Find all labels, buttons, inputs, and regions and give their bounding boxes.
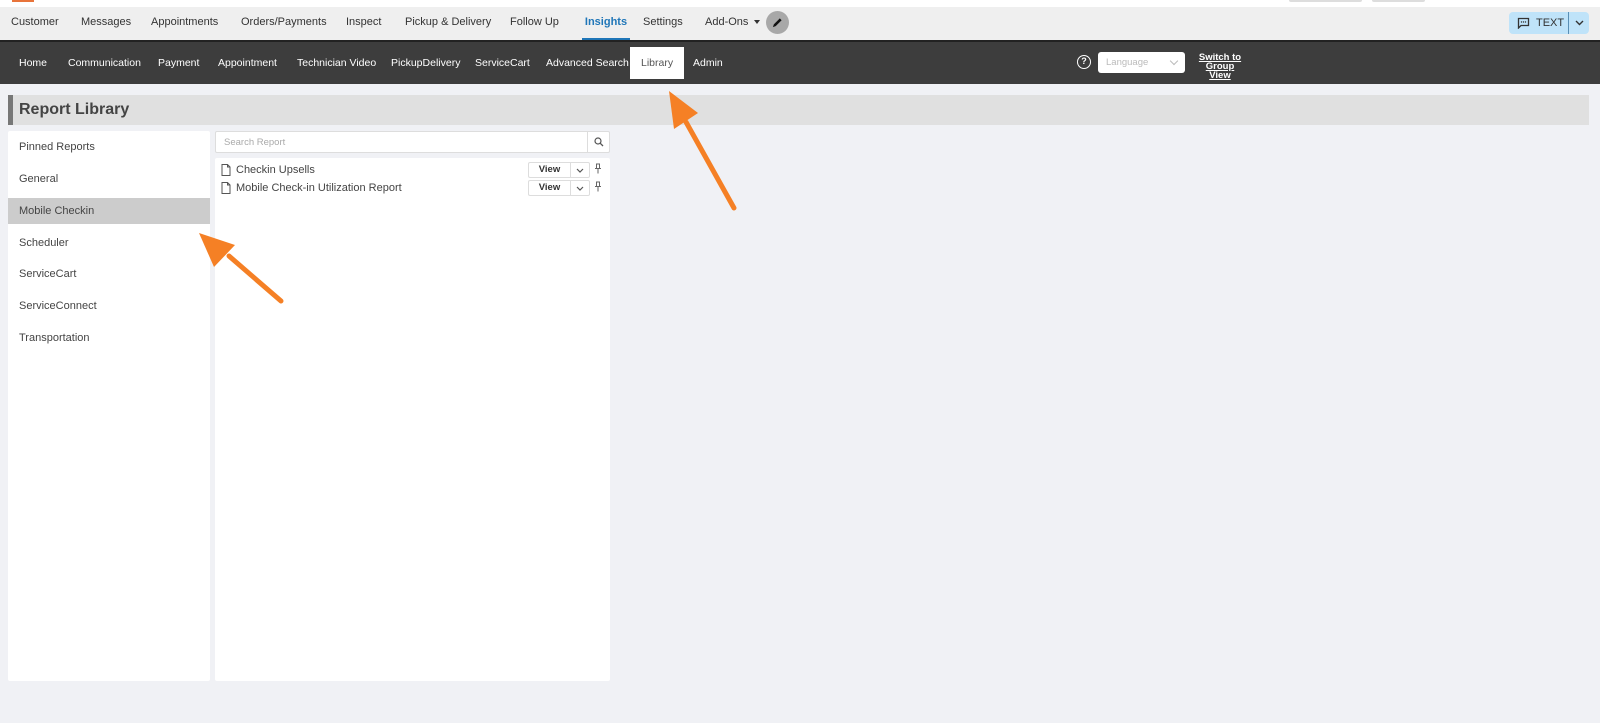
view-button[interactable]: View [528,180,570,196]
nav-follow-up[interactable]: Follow Up [510,7,559,40]
category-pinned-reports[interactable]: Pinned Reports [8,134,210,160]
view-button[interactable]: View [528,162,570,178]
language-select[interactable]: Language [1098,52,1185,73]
report-name[interactable]: Checkin Upsells [236,161,315,179]
document-icon [221,164,231,176]
category-transportation[interactable]: Transportation [8,325,210,351]
report-list: Checkin Upsells View Mobile Check-in Uti… [215,158,610,681]
chevron-down-icon [576,168,584,173]
top-strip [0,0,1600,7]
nav-add-ons[interactable]: Add-Ons [705,7,761,40]
nav-insights[interactable]: Insights [582,7,630,40]
view-options-dropdown[interactable] [570,180,590,196]
subnav-library[interactable]: Library [630,47,685,79]
category-general[interactable]: General [8,166,210,192]
text-button-main[interactable]: TEXT [1509,12,1569,34]
subnav-home[interactable]: Home [19,47,47,79]
switch-link-line2: Group View [1205,61,1235,81]
report-row: Mobile Check-in Utilization Report View [215,179,610,197]
report-row: Checkin Upsells View [215,161,610,179]
category-servicecart[interactable]: ServiceCart [8,261,210,287]
nav-appointments[interactable]: Appointments [151,7,218,40]
search-button[interactable] [587,132,609,152]
edit-button[interactable] [766,11,789,34]
page-title: Report Library [19,101,130,118]
switch-to-group-view-link[interactable]: Switch to Group View [1195,53,1245,81]
nav-inspect[interactable]: Inspect [346,7,381,40]
top-button[interactable] [1289,0,1362,2]
search-report-box [215,131,610,153]
pin-icon[interactable] [594,181,602,192]
pencil-icon [772,18,782,28]
pin-icon[interactable] [594,163,602,174]
chat-icon [1517,17,1530,29]
chevron-down-icon [1169,56,1179,66]
category-mobile-checkin[interactable]: Mobile Checkin [8,198,210,224]
text-message-button[interactable]: TEXT [1509,12,1589,34]
subnav-servicecart[interactable]: ServiceCart [475,47,530,79]
chevron-down-icon [576,186,584,191]
sub-nav: Home Communication Payment Appointment T… [0,40,1600,84]
subnav-technician-video[interactable]: Technician Video [297,47,376,79]
nav-customer[interactable]: Customer [11,7,59,40]
subnav-advanced-search[interactable]: Advanced Search [546,47,629,79]
report-name[interactable]: Mobile Check-in Utilization Report [236,179,402,197]
nav-orders-payments[interactable]: Orders/Payments [241,7,327,40]
page-header: Report Library [8,95,1589,125]
subnav-payment[interactable]: Payment [158,47,199,79]
main-nav: Customer Messages Appointments Orders/Pa… [0,7,1600,40]
category-serviceconnect[interactable]: ServiceConnect [8,293,210,319]
subnav-communication[interactable]: Communication [68,47,141,79]
search-report-input[interactable] [216,132,581,153]
nav-settings[interactable]: Settings [643,7,683,40]
top-button[interactable] [1372,0,1425,2]
caret-down-icon [754,20,761,25]
category-scheduler[interactable]: Scheduler [8,230,210,256]
text-button-label: TEXT [1536,17,1565,29]
subnav-appointment[interactable]: Appointment [218,47,277,79]
category-sidebar: Pinned Reports General Mobile Checkin Sc… [8,131,210,681]
subnav-admin[interactable]: Admin [693,47,723,79]
nav-add-ons-label: Add-Ons [705,16,749,28]
text-button-dropdown[interactable] [1569,20,1589,26]
chevron-down-icon [1575,20,1583,26]
brand-logo [12,0,34,2]
search-icon [593,137,603,147]
help-icon[interactable]: ? [1077,55,1091,69]
nav-pickup-delivery[interactable]: Pickup & Delivery [405,7,491,40]
subnav-pickupdelivery[interactable]: PickupDelivery [391,47,460,79]
view-options-dropdown[interactable] [570,162,590,178]
nav-messages[interactable]: Messages [81,7,131,40]
language-placeholder: Language [1106,57,1149,68]
document-icon [221,182,231,194]
